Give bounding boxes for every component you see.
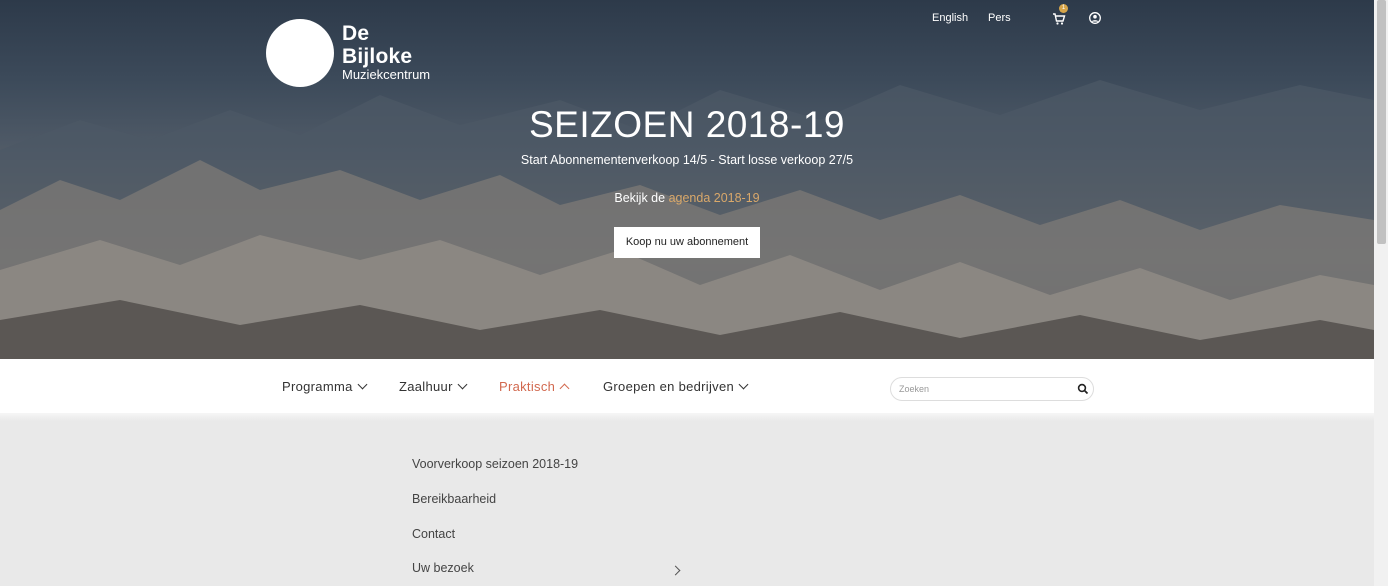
search-icon[interactable] (1077, 383, 1089, 395)
nav-item-programma[interactable]: Programma (282, 379, 368, 394)
chevron-down-icon (738, 379, 749, 390)
hero-banner: De Bijloke Muziekcentrum English Pers 1 … (0, 0, 1374, 359)
english-link[interactable]: English (932, 12, 968, 24)
agenda-prefix: Bekijk de (614, 191, 669, 205)
scrollbar-thumb[interactable] (1377, 0, 1386, 244)
logo-circle[interactable] (266, 19, 334, 87)
cart-icon[interactable] (1052, 12, 1066, 26)
hero-subtitle: Start Abonnementenverkoop 14/5 - Start l… (520, 153, 854, 167)
nav-shadow (0, 413, 1374, 421)
logo-text[interactable]: De Bijloke Muziekcentrum (342, 22, 430, 83)
logo-line-1: De (342, 22, 370, 45)
submenu-item-contact[interactable]: Contact (412, 527, 455, 541)
logo-line-2: Bijloke (342, 45, 413, 68)
chevron-down-icon (357, 379, 368, 390)
hero-agenda-text: Bekijk de agenda 2018-19 (0, 191, 1374, 205)
search-box (890, 377, 1094, 401)
buy-subscription-button[interactable]: Koop nu uw abonnement (614, 227, 760, 258)
main-navigation: Programma Zaalhuur Praktisch Groepen en … (0, 359, 1374, 413)
nav-item-label: Zaalhuur (399, 379, 453, 394)
submenu-item-uw-bezoek[interactable]: Uw bezoek (412, 561, 474, 575)
hero-title: SEIZOEN 2018-19 (529, 104, 845, 145)
nav-item-label: Praktisch (499, 379, 556, 394)
user-account-icon[interactable] (1089, 12, 1101, 24)
submenu-item-voorverkoop[interactable]: Voorverkoop seizoen 2018-19 (412, 457, 578, 471)
chevron-down-icon (457, 379, 468, 390)
submenu-item-bereikbaarheid[interactable]: Bereikbaarheid (412, 492, 496, 506)
agenda-link[interactable]: agenda 2018-19 (669, 191, 760, 205)
nav-item-praktisch[interactable]: Praktisch (499, 379, 570, 394)
mountain-background (0, 80, 1374, 359)
nav-item-label: Groepen en bedrijven (603, 379, 735, 394)
cart-count-badge: 1 (1059, 4, 1068, 13)
logo-line-3: Muziekcentrum (342, 67, 431, 82)
nav-item-label: Programma (282, 379, 353, 394)
search-input[interactable] (899, 382, 1069, 396)
chevron-up-icon (559, 383, 570, 394)
nav-item-zaalhuur[interactable]: Zaalhuur (399, 379, 468, 394)
chevron-right-icon[interactable] (670, 565, 681, 576)
pers-link[interactable]: Pers (988, 12, 1011, 24)
nav-item-groepen-en-bedrijven[interactable]: Groepen en bedrijven (603, 379, 749, 394)
